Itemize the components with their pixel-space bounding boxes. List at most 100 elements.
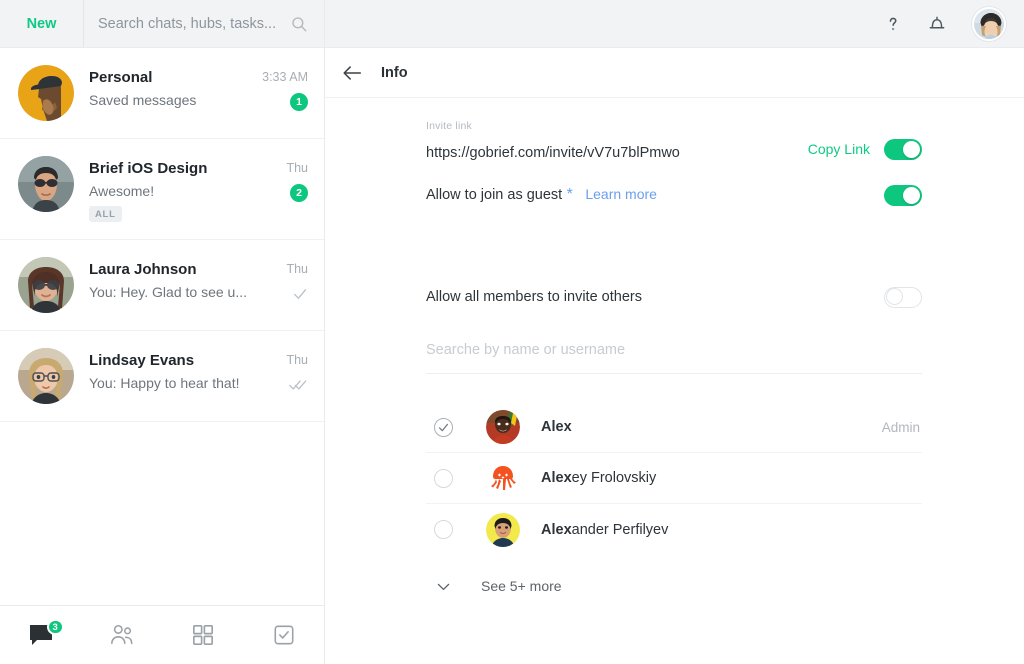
chat-list-item-personal[interactable]: Personal Saved messages 3:33 AM 1 — [0, 48, 324, 139]
nav-item-chats[interactable]: 3 — [0, 606, 81, 664]
avatar — [18, 156, 74, 212]
people-icon — [110, 624, 132, 645]
member-checkbox[interactable] — [434, 468, 453, 488]
member-name-rest: ey Frolovskiy — [571, 470, 657, 486]
search-input[interactable] — [98, 15, 290, 32]
help-icon[interactable] — [882, 13, 904, 35]
member-row[interactable]: Alexander Perfilyev — [426, 504, 922, 555]
info-header: Info — [325, 48, 1024, 98]
chat-title: Personal — [89, 69, 153, 86]
toggle-knob — [886, 288, 903, 305]
member-name: Alex — [541, 419, 882, 435]
back-arrow-icon[interactable] — [341, 62, 363, 84]
chat-time: Thu — [286, 353, 308, 367]
sidebar-top-bar: New — [0, 0, 324, 48]
chat-list: Personal Saved messages 3:33 AM 1 Brief … — [0, 48, 324, 605]
toggle-knob — [903, 186, 920, 204]
chat-list-item-brief-ios-design[interactable]: Brief iOS Design Awesome! ALL Thu 2 — [0, 139, 324, 240]
member-name: Alexander Perfilyev — [541, 522, 922, 538]
chat-time: Thu — [286, 161, 308, 175]
learn-more-link[interactable]: Learn more — [585, 186, 657, 202]
guest-access-label: Allow to join as guest — [426, 187, 563, 203]
bottom-navigation: 3 — [0, 605, 324, 664]
double-check-icon — [289, 378, 308, 392]
member-list: Alex Admin Alexey Frolovskiy Alexander P… — [426, 402, 922, 555]
member-role: Admin — [881, 419, 920, 435]
grid-icon — [192, 625, 213, 645]
see-more-button[interactable]: See 5+ more — [426, 562, 922, 610]
chat-item-body: Personal Saved messages — [74, 65, 262, 108]
member-avatar — [486, 410, 520, 444]
chat-tag: ALL — [89, 206, 122, 222]
member-name: Alexey Frolovskiy — [541, 470, 922, 486]
member-name-rest: ander Perfilyev — [571, 521, 669, 538]
sidebar-search[interactable] — [84, 0, 324, 47]
invite-link-toggle[interactable] — [884, 138, 922, 160]
single-check-icon — [293, 287, 308, 301]
checkbox-icon — [274, 625, 293, 645]
chat-item-body: Brief iOS Design Awesome! ALL — [74, 156, 264, 222]
nav-badge-chats: 3 — [46, 619, 64, 635]
member-checkbox[interactable] — [434, 520, 453, 539]
info-panel: Info Invite link https://gobrief.com/inv… — [325, 0, 1024, 664]
member-row[interactable]: Alex Admin — [426, 402, 922, 453]
invite-link-label: Invite link — [426, 120, 472, 132]
unread-badge: 1 — [290, 93, 308, 111]
members-invite-toggle[interactable] — [884, 286, 922, 308]
info-content-column: Invite link https://gobrief.com/invite/v… — [426, 120, 922, 610]
chat-item-body: Laura Johnson You: Hey. Glad to see u... — [74, 257, 264, 300]
chat-preview: You: Hey. Glad to see u... — [89, 284, 247, 300]
invite-link-value: https://gobrief.com/invite/vV7u7blPmwo — [426, 144, 680, 161]
app-root: New Search chats, hubs, tasks... Persona… — [0, 0, 1024, 664]
chat-list-item-lindsay-evans[interactable]: Lindsay Evans You: Happy to hear that! T… — [0, 331, 324, 422]
toggle-knob — [903, 140, 920, 158]
chat-time: 3:33 AM — [262, 70, 308, 84]
chat-title: Laura Johnson — [89, 261, 197, 278]
copy-link-button[interactable]: Copy Link — [808, 141, 870, 157]
chat-meta: Thu — [264, 257, 308, 301]
member-name-match: Alex — [541, 521, 572, 538]
invite-link-row: https://gobrief.com/invite/vV7u7blPmwo C… — [426, 132, 922, 166]
chat-list-item-laura-johnson[interactable]: Laura Johnson You: Hey. Glad to see u...… — [0, 240, 324, 331]
chat-meta: 3:33 AM 1 — [262, 65, 308, 111]
chat-title: Brief iOS Design — [89, 160, 208, 177]
member-search[interactable] — [426, 341, 922, 374]
page-title: Info — [381, 64, 408, 81]
member-avatar — [486, 461, 520, 495]
chat-preview: You: Happy to hear that! — [89, 375, 240, 391]
guest-access-row: Allow to join as guest * Learn more — [426, 178, 922, 212]
chat-meta: Thu 2 — [264, 156, 308, 202]
user-avatar[interactable] — [972, 6, 1006, 41]
chat-preview: Awesome! — [89, 183, 155, 199]
chat-preview: Saved messages — [89, 92, 197, 108]
chat-sidebar: New Search chats, hubs, tasks... Persona… — [0, 0, 325, 664]
nav-item-tasks[interactable] — [243, 606, 324, 664]
asterisk-icon: * — [566, 186, 573, 203]
guest-access-toggle[interactable] — [884, 184, 922, 206]
chat-time: Thu — [286, 262, 308, 276]
avatar — [18, 257, 74, 313]
app-top-bar — [325, 0, 1024, 48]
new-button[interactable]: New — [0, 0, 84, 47]
member-search-input[interactable] — [426, 342, 922, 358]
member-name-match: Alex — [541, 419, 572, 435]
members-invite-row: Allow all members to invite others — [426, 280, 922, 314]
members-invite-label: Allow all members to invite others — [426, 289, 642, 305]
chat-title: Lindsay Evans — [89, 352, 195, 369]
unread-badge: 2 — [290, 184, 308, 202]
chat-item-body: Lindsay Evans You: Happy to hear that! — [74, 348, 264, 391]
see-more-label: See 5+ more — [481, 578, 562, 594]
info-content: Invite link https://gobrief.com/invite/v… — [325, 98, 1024, 664]
member-row[interactable]: Alexey Frolovskiy — [426, 453, 922, 504]
avatar — [18, 65, 74, 121]
avatar — [18, 348, 74, 404]
nav-item-contacts[interactable] — [81, 606, 162, 664]
search-icon — [290, 15, 308, 33]
chat-meta: Thu — [264, 348, 308, 392]
member-avatar — [486, 512, 520, 547]
member-checkbox[interactable] — [434, 417, 453, 437]
bell-icon[interactable] — [926, 13, 948, 35]
nav-item-apps[interactable] — [162, 606, 243, 664]
member-name-match: Alex — [541, 470, 572, 486]
chevron-down-icon — [434, 577, 453, 596]
